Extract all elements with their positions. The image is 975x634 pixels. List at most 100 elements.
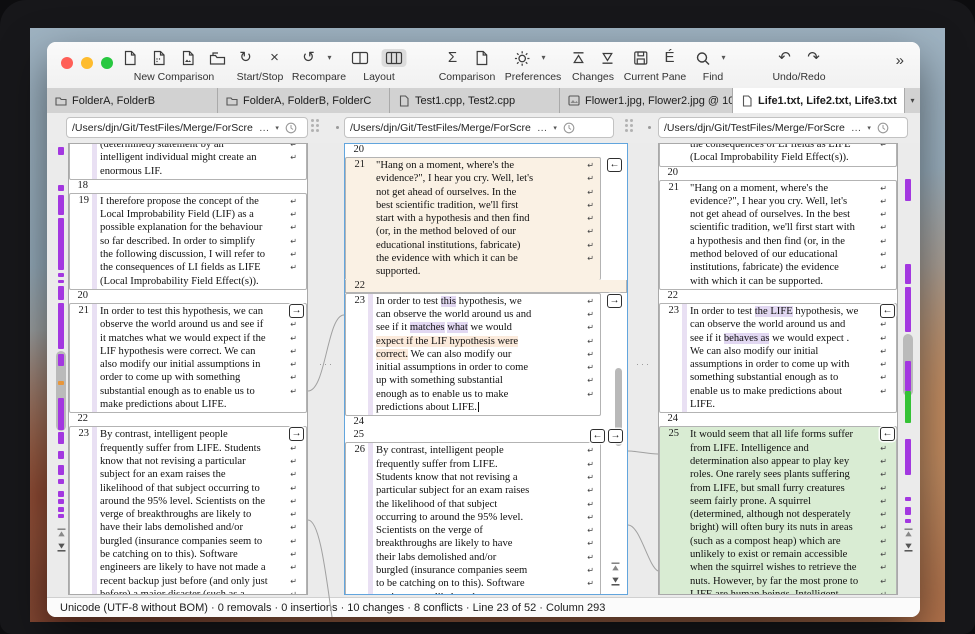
text: institutions, fabricate) the evidence xyxy=(690,262,839,273)
gear-icon[interactable] xyxy=(515,51,531,66)
history-clock-icon[interactable] xyxy=(563,122,575,134)
line-wrap-icon: ↵ xyxy=(290,455,297,468)
history-clock-icon[interactable] xyxy=(285,122,297,134)
toolbar-group-label: New Comparison xyxy=(122,71,226,83)
text-line: In order to test this hypothesis, we↵ xyxy=(346,295,600,308)
merge-left-button[interactable]: ← xyxy=(607,158,622,172)
go-first-change-icon[interactable] xyxy=(903,528,914,538)
new-text-comparison-icon[interactable] xyxy=(122,50,138,66)
merge-right-button[interactable]: → xyxy=(608,429,623,443)
minimize-button[interactable] xyxy=(81,57,93,69)
recompare-icon[interactable]: ↺ xyxy=(301,49,317,67)
blank-line: 18 xyxy=(69,180,307,193)
history-clock-icon[interactable] xyxy=(877,122,889,134)
toolbar-overflow-button[interactable]: » xyxy=(896,52,904,69)
file-path-field-left[interactable]: /Users/djn/Git/TestFiles/Merge/ForScre…▾ xyxy=(66,117,308,138)
chevron-down-icon[interactable]: ▾ xyxy=(867,124,871,132)
line-wrap-icon: ↵ xyxy=(290,588,297,595)
splitter-dots[interactable]: ··· xyxy=(319,359,334,369)
go-last-change-icon[interactable] xyxy=(903,542,914,552)
pane-change-nav xyxy=(55,528,67,552)
next-change-icon[interactable] xyxy=(600,51,616,65)
tab-5[interactable]: Life1.txt, Life2.txt, Life3.txt xyxy=(733,88,905,113)
text: LIFE are human beings. Intelligent xyxy=(690,589,839,595)
file-path-field-right[interactable]: /Users/djn/Git/TestFiles/Merge/ForScre…▾ xyxy=(658,117,908,138)
save-icon[interactable] xyxy=(632,51,648,65)
stop-icon[interactable]: × xyxy=(266,49,282,67)
e-acute-icon[interactable]: É xyxy=(661,49,677,67)
change-block: 23In order to test this hypothesis, we↵c… xyxy=(345,293,601,417)
report-doc-icon[interactable] xyxy=(473,50,489,66)
redo-icon[interactable]: ↷ xyxy=(806,49,822,67)
go-last-change-icon[interactable] xyxy=(610,576,621,586)
tab-overflow-button[interactable]: ▾ xyxy=(905,88,920,113)
blank-line: 20 xyxy=(659,167,897,180)
splitter-handle[interactable] xyxy=(311,119,319,132)
tab-4[interactable]: Flower1.jpg, Flower2.jpg @ 100% xyxy=(560,88,733,113)
text: bright) will often bury its nuts in area… xyxy=(690,522,853,533)
text: so far described. In order to simplify xyxy=(100,236,255,247)
go-first-change-icon[interactable] xyxy=(56,528,67,538)
line-wrap-icon: ↵ xyxy=(587,295,594,308)
text-line: can observe the world around us and↵ xyxy=(346,308,600,321)
chevron-down-icon[interactable]: ▾ xyxy=(716,49,732,67)
merge-left-button[interactable]: ← xyxy=(590,429,605,443)
go-first-change-icon[interactable] xyxy=(610,562,621,572)
zoom-button[interactable] xyxy=(101,57,113,69)
go-last-change-icon[interactable] xyxy=(56,542,67,552)
tab-1[interactable]: FolderA, FolderB xyxy=(47,88,218,113)
text: frequently suffer from LIFE. Students xyxy=(100,443,261,454)
text-line: from LIFE. Intelligence and↵ xyxy=(660,442,896,455)
search-icon[interactable] xyxy=(695,51,711,66)
text: enormous LIF. xyxy=(100,166,162,177)
line-wrap-icon: ↵ xyxy=(587,511,594,524)
new-folder-comparison-icon[interactable] xyxy=(209,51,226,66)
chevron-down-icon[interactable]: ▾ xyxy=(553,124,557,132)
text: to be catching on to this). Software xyxy=(376,578,525,589)
layout-two-pane-icon[interactable] xyxy=(352,51,369,65)
undo-icon[interactable]: ↶ xyxy=(777,49,793,67)
layout-three-pane-icon[interactable] xyxy=(382,49,407,67)
toolbar-group-label: Layout xyxy=(352,71,407,83)
text-line: verge of breakthroughs are likely to↵ xyxy=(70,508,306,521)
merge-right-button[interactable]: → xyxy=(289,304,304,318)
text-line: predictions about LIFE. xyxy=(346,401,600,414)
chevron-down-icon[interactable]: ▾ xyxy=(275,124,279,132)
merge-right-button[interactable]: → xyxy=(289,427,304,441)
text-line: "Hang on a moment, where's the↵ xyxy=(660,182,896,195)
tab-3[interactable]: Test1.cpp, Test2.cpp xyxy=(390,88,560,113)
text-line: Local Improbability Field (LIF) as a↵ xyxy=(70,208,306,221)
text: burgled (insurance companies seem xyxy=(376,565,527,576)
sigma-icon[interactable]: Σ xyxy=(444,49,460,67)
chevron-down-icon[interactable]: ▾ xyxy=(536,49,552,67)
new-image-comparison-icon[interactable] xyxy=(180,50,196,66)
line-wrap-icon: ↵ xyxy=(587,498,594,511)
tab-2[interactable]: FolderA, FolderB, FolderC xyxy=(218,88,390,113)
text: By contrast, intelligent people xyxy=(100,429,228,440)
start-icon[interactable]: ↻ xyxy=(237,49,253,67)
text-line: the evidence with which it can be↵ xyxy=(346,252,600,265)
toolbar-group-label: Recompare xyxy=(292,71,346,83)
line-wrap-icon: ↵ xyxy=(290,535,297,548)
line-wrap-icon: ↵ xyxy=(880,332,887,345)
prev-change-icon[interactable] xyxy=(571,51,587,65)
merge-left-button[interactable]: ← xyxy=(880,427,895,441)
merge-left-button[interactable]: ← xyxy=(880,304,895,318)
text-line: By contrast, intelligent people↵ xyxy=(346,444,600,457)
text: Local Improbability Field (LIF) as a xyxy=(100,209,254,220)
file-path-field-middle[interactable]: /Users/djn/Git/TestFiles/Merge/ForScre…▾ xyxy=(344,117,614,138)
chevron-down-icon[interactable]: ▾ xyxy=(322,49,338,67)
changed-text: correct. xyxy=(376,349,408,360)
line-wrap-icon: ↵ xyxy=(290,495,297,508)
text: we would xyxy=(468,322,512,333)
splitter-handle[interactable] xyxy=(625,119,633,132)
text: (or, in the method beloved of our xyxy=(376,226,516,237)
line-wrap-icon: ↵ xyxy=(290,248,297,261)
text-line: evidence?", I hear you cry. Well, let's↵ xyxy=(660,195,896,208)
text: (such as a compost heap) which are xyxy=(690,536,841,547)
tab-label: Life1.txt, Life2.txt, Life3.txt xyxy=(758,95,897,107)
new-binary-comparison-icon[interactable] xyxy=(151,50,167,66)
close-button[interactable] xyxy=(61,57,73,69)
merge-right-button[interactable]: → xyxy=(607,294,622,308)
splitter-dots[interactable]: ··· xyxy=(636,359,651,369)
